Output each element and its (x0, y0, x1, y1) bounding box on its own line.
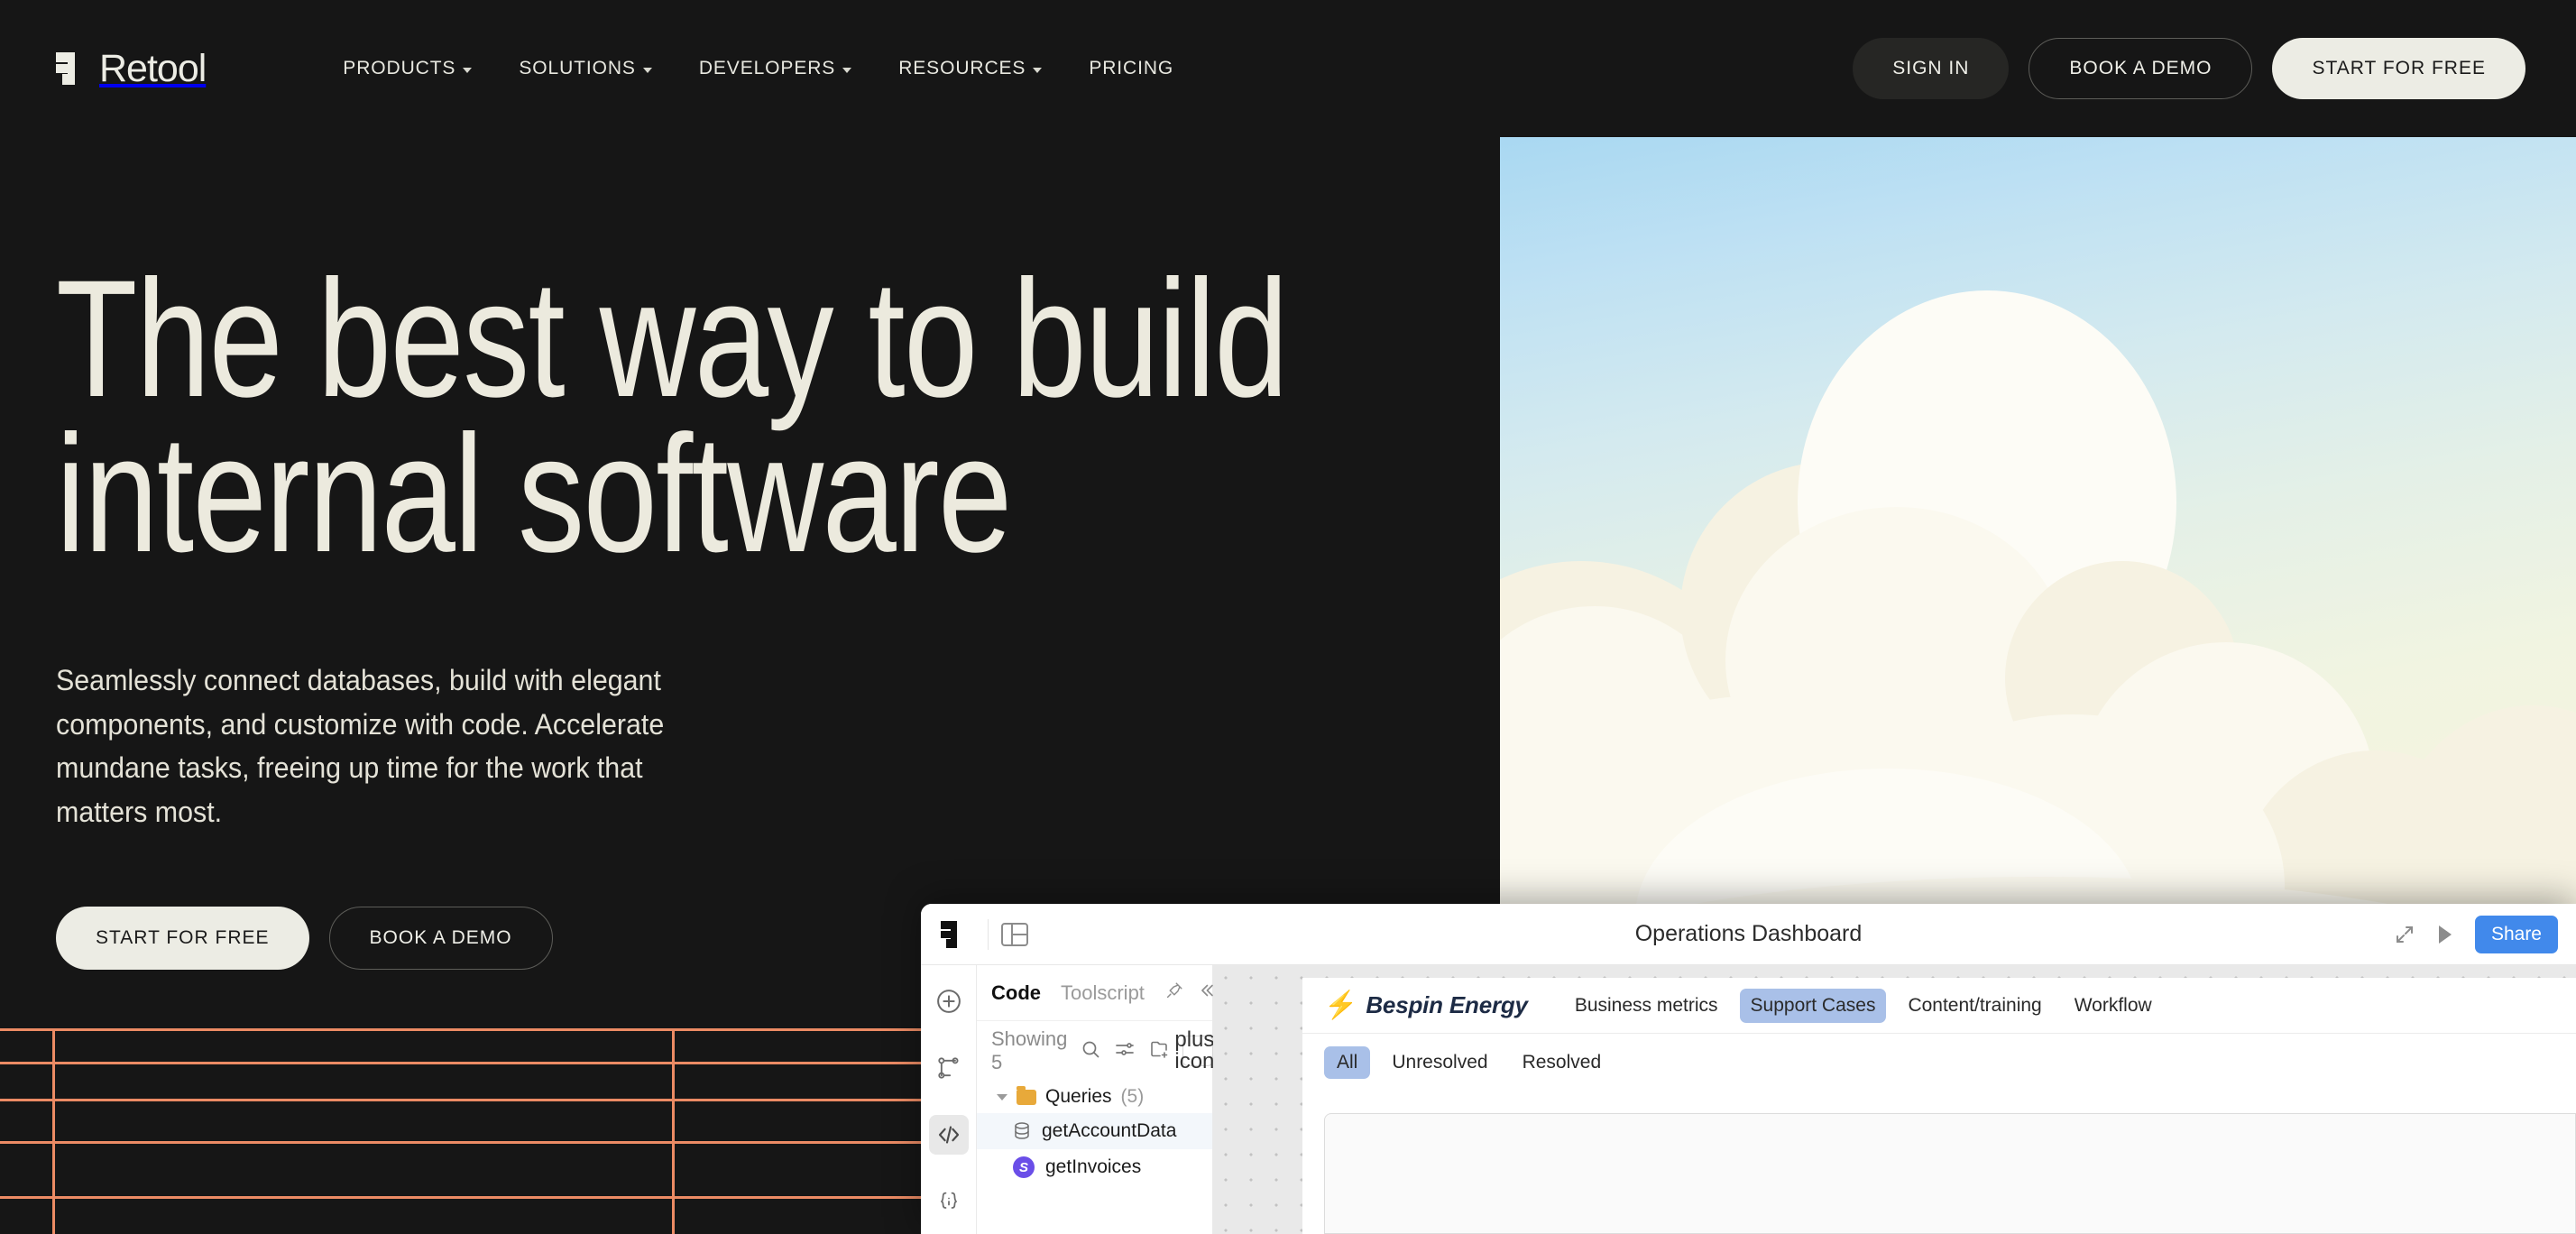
new-folder-icon[interactable] (1148, 1038, 1170, 1064)
bespin-brand: ⚡ Bespin Energy (1324, 991, 1528, 1019)
page-title: The best way to build internal software (56, 246, 1289, 588)
stripe-icon: S (1013, 1156, 1035, 1178)
bespin-dashboard: ⚡ Bespin Energy Business metrics Support… (1302, 978, 2576, 1234)
add-icon[interactable] (929, 981, 969, 1021)
tab-support-cases[interactable]: Support Cases (1739, 988, 1887, 1023)
bespin-filter-bar: All Unresolved Resolved (1302, 1034, 2576, 1091)
nav-item-resources[interactable]: RESOURCES (898, 58, 1043, 79)
tab-code[interactable]: Code (991, 981, 1041, 1005)
app-body: Code Toolscript Showing 5 plus-icon Quer… (921, 965, 2576, 1234)
state-icon[interactable] (929, 1182, 969, 1221)
grid-decoration (0, 1028, 922, 1234)
filter-all[interactable]: All (1324, 1046, 1371, 1079)
lightning-bolt-icon: ⚡ (1324, 990, 1358, 1020)
tab-business-metrics[interactable]: Business metrics (1564, 989, 1729, 1023)
queries-folder-label: Queries (1045, 1086, 1112, 1107)
code-icon[interactable] (928, 1115, 969, 1155)
queries-folder-row[interactable]: Queries (5) (977, 1081, 1212, 1113)
book-a-demo-button[interactable]: BOOK A DEMO (2029, 38, 2253, 99)
add-query-button[interactable]: plus-icon (1174, 1029, 1221, 1073)
nav-item-label: PRODUCTS (343, 58, 456, 78)
chevron-down-icon (642, 67, 652, 73)
retool-app-window: Operations Dashboard Share Code Toolscri… (921, 904, 2576, 1234)
tab-workflow[interactable]: Workflow (2064, 989, 2163, 1023)
nav-item-label: DEVELOPERS (698, 58, 836, 78)
tab-toolscript[interactable]: Toolscript (1061, 981, 1145, 1005)
support-cases-table[interactable] (1324, 1113, 2576, 1234)
bespin-brand-name: Bespin Energy (1366, 991, 1528, 1018)
chevron-down-icon[interactable] (997, 1093, 1007, 1100)
cloud-illustration (1500, 137, 2576, 908)
sign-in-button[interactable]: SIGN IN (1853, 38, 2010, 99)
search-icon[interactable] (1080, 1038, 1101, 1064)
nav-right-group: SIGN IN BOOK A DEMO START FOR FREE (1853, 38, 2576, 99)
nav-item-label: PRICING (1089, 58, 1174, 78)
panel-layout-icon[interactable] (1001, 922, 1028, 946)
code-panel: Code Toolscript Showing 5 plus-icon Quer… (977, 965, 1221, 1234)
page-root: Retool PRODUCTS SOLUTIONS DEVELOPERS RES… (0, 0, 2576, 1234)
query-item-label: getAccountData (1042, 1120, 1177, 1141)
code-panel-tabs: Code Toolscript (977, 965, 1213, 1021)
app-canvas: ⚡ Bespin Energy Business metrics Support… (1213, 965, 2576, 1234)
start-for-free-button[interactable]: START FOR FREE (2272, 38, 2525, 99)
retool-logo-text: Retool (99, 46, 207, 90)
query-item-label: getInvoices (1045, 1156, 1142, 1177)
hero-start-for-free-button[interactable]: START FOR FREE (56, 906, 309, 970)
nav-item-developers[interactable]: DEVELOPERS (698, 58, 852, 79)
hero-book-a-demo-button[interactable]: BOOK A DEMO (328, 906, 553, 970)
hero-subtext: Seamlessly connect databases, build with… (56, 664, 665, 828)
retool-app-logo-icon[interactable] (941, 920, 975, 948)
hero-heading-line-1: The best way to build (56, 246, 1289, 432)
nav-item-pricing[interactable]: PRICING (1089, 58, 1173, 79)
queries-folder-count: (5) (1120, 1086, 1145, 1107)
chevron-down-icon (1033, 67, 1043, 73)
pin-icon[interactable] (1164, 981, 1184, 1005)
chevron-down-icon (842, 67, 852, 73)
code-panel-tools: plus-icon (1080, 1029, 1221, 1073)
top-navigation: Retool PRODUCTS SOLUTIONS DEVELOPERS RES… (0, 0, 2576, 137)
tab-content-training[interactable]: Content/training (1897, 989, 2052, 1023)
bespin-header: ⚡ Bespin Energy Business metrics Support… (1302, 978, 2576, 1034)
retool-logo-icon (56, 52, 87, 85)
retool-logo-link[interactable]: Retool (56, 46, 207, 90)
nav-menu: PRODUCTS SOLUTIONS DEVELOPERS RESOURCES … (343, 58, 1173, 79)
filter-resolved[interactable]: Resolved (1510, 1046, 1615, 1079)
app-titlebar: Operations Dashboard Share (921, 904, 2576, 965)
database-icon (1013, 1121, 1031, 1141)
nav-left-group: Retool PRODUCTS SOLUTIONS DEVELOPERS RES… (0, 46, 1173, 90)
workflow-icon[interactable] (929, 1048, 969, 1088)
folder-icon (1017, 1085, 1036, 1105)
hero-heading-line-2: internal software (56, 401, 1012, 588)
hero-section: The best way to build internal software … (56, 246, 1463, 970)
titlebar-divider (988, 918, 989, 950)
query-item-getaccountdata[interactable]: getAccountData (977, 1113, 1212, 1149)
filter-unresolved[interactable]: Unresolved (1379, 1046, 1500, 1079)
nav-item-solutions[interactable]: SOLUTIONS (519, 58, 652, 79)
showing-count-label: Showing 5 (991, 1027, 1068, 1073)
chevron-down-icon (463, 67, 473, 73)
icon-rail (921, 965, 977, 1234)
query-item-getinvoices[interactable]: S getInvoices (977, 1149, 1212, 1185)
nav-item-label: RESOURCES (898, 58, 1026, 78)
filter-icon[interactable] (1114, 1038, 1136, 1064)
nav-item-label: SOLUTIONS (519, 58, 636, 78)
code-panel-tab-actions (1164, 981, 1217, 1005)
app-title: Operations Dashboard (1634, 921, 1863, 946)
share-button[interactable]: Share (2474, 915, 2558, 953)
play-icon[interactable] (2438, 925, 2452, 944)
nav-item-products[interactable]: PRODUCTS (343, 58, 473, 79)
bespin-tabs: Business metrics Support Cases Content/t… (1564, 988, 2163, 1023)
expand-arrows-icon[interactable] (2394, 924, 2415, 945)
code-panel-toolbar: Showing 5 plus-icon (977, 1021, 1221, 1081)
app-titlebar-actions: Share (2394, 915, 2576, 953)
